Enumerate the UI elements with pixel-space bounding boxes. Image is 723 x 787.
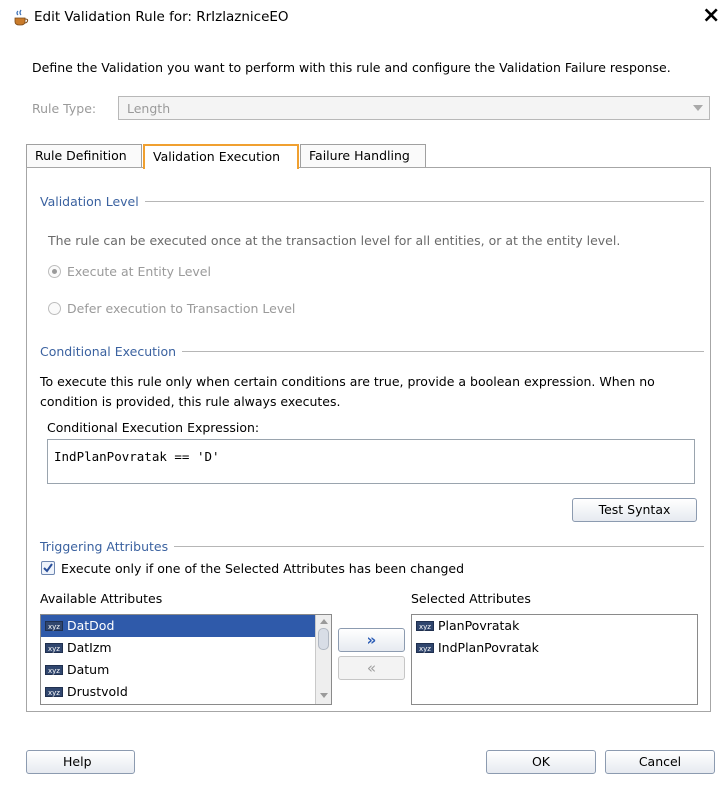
attribute-icon: xyz bbox=[416, 643, 434, 653]
expression-label: Conditional Execution Expression: bbox=[47, 420, 260, 435]
list-item[interactable]: xyz PlanPovratak bbox=[412, 615, 697, 637]
rule-type-label-text: Rule Type: bbox=[32, 101, 97, 116]
conditional-execution-title: Conditional Execution bbox=[40, 344, 183, 359]
tab-label: Rule Definition bbox=[35, 148, 127, 163]
attribute-name: PlanPovratak bbox=[438, 618, 520, 633]
validation-level-text: The rule can be executed once at the tra… bbox=[48, 233, 621, 248]
radio-selected-dot bbox=[52, 269, 57, 274]
defer-transaction-label: Defer execution to Transaction Level bbox=[67, 301, 296, 316]
available-attributes-list[interactable]: xyz DatDod xyz DatIzm xyz Datum xyz Drus… bbox=[40, 614, 332, 705]
chevron-left-icon: « bbox=[366, 659, 377, 677]
execute-changed-checkbox[interactable] bbox=[41, 561, 55, 575]
move-left-button[interactable]: « bbox=[338, 656, 405, 680]
window-title: Edit Validation Rule for: RrIzlazniceEO bbox=[34, 9, 289, 25]
defer-transaction-radio[interactable] bbox=[48, 302, 61, 315]
conditional-execution-text-1: To execute this rule only when certain c… bbox=[40, 374, 655, 389]
cancel-button[interactable]: Cancel bbox=[605, 750, 715, 774]
attribute-name: DatDod bbox=[67, 618, 115, 633]
scroll-up-icon[interactable] bbox=[320, 619, 328, 624]
chevron-down-icon bbox=[693, 105, 703, 111]
move-right-button[interactable]: » bbox=[338, 628, 405, 652]
list-item[interactable]: xyz IndPlanPovratak bbox=[412, 637, 697, 659]
scroll-down-icon[interactable] bbox=[320, 693, 328, 698]
attribute-icon: xyz bbox=[45, 665, 63, 675]
rule-type-value: Length bbox=[127, 101, 171, 116]
ok-label: OK bbox=[531, 754, 551, 769]
dialog-description: Define the Validation you want to perfor… bbox=[32, 60, 671, 75]
list-item[interactable]: xyz Datum bbox=[41, 659, 331, 681]
vertical-scrollbar[interactable] bbox=[315, 615, 331, 704]
attribute-name: DrustvoId bbox=[67, 684, 128, 699]
attribute-name: Datum bbox=[67, 662, 110, 677]
tab-label: Failure Handling bbox=[309, 148, 410, 163]
test-syntax-button[interactable]: Test Syntax bbox=[572, 498, 697, 522]
selected-attributes-label: Selected Attributes bbox=[411, 591, 531, 606]
expression-value: IndPlanPovratak == 'D' bbox=[54, 449, 220, 464]
validation-level-title: Validation Level bbox=[40, 194, 145, 209]
title-bar: Edit Validation Rule for: RrIzlazniceEO … bbox=[0, 0, 723, 36]
rule-type-select[interactable]: Length bbox=[118, 96, 710, 120]
execute-entity-radio[interactable] bbox=[48, 265, 61, 278]
attribute-name: IndPlanPovratak bbox=[438, 640, 539, 655]
attribute-icon: xyz bbox=[45, 687, 63, 697]
triggering-attributes-title: Triggering Attributes bbox=[40, 539, 175, 554]
attribute-icon: xyz bbox=[45, 643, 63, 653]
list-item[interactable]: xyz DrustvoId bbox=[41, 681, 331, 703]
help-label: Help bbox=[63, 754, 92, 769]
help-button[interactable]: Help bbox=[26, 750, 135, 774]
tab-validation-execution[interactable]: Validation Execution bbox=[143, 144, 299, 169]
tab-label: Validation Execution bbox=[153, 149, 281, 164]
selected-attributes-list[interactable]: xyz PlanPovratak xyz IndPlanPovratak bbox=[411, 614, 698, 705]
ok-button[interactable]: OK bbox=[486, 750, 596, 774]
execute-changed-label: Execute only if one of the Selected Attr… bbox=[61, 561, 465, 576]
tab-rule-definition[interactable]: Rule Definition bbox=[26, 144, 142, 168]
list-item[interactable]: xyz DatIzm bbox=[41, 637, 331, 659]
rule-type-label: Rule Type: bbox=[32, 101, 96, 116]
conditional-execution-text-2: condition is provided, this rule always … bbox=[40, 394, 341, 409]
java-cup-icon bbox=[14, 9, 29, 26]
tab-failure-handling[interactable]: Failure Handling bbox=[300, 144, 426, 168]
attribute-icon: xyz bbox=[416, 621, 434, 631]
list-item[interactable]: xyz DatDod bbox=[41, 615, 315, 637]
close-icon[interactable]: × bbox=[702, 5, 720, 27]
chevron-right-icon: » bbox=[366, 631, 377, 649]
checkmark-icon bbox=[43, 563, 53, 573]
test-syntax-label: Test Syntax bbox=[598, 502, 671, 517]
attribute-icon: xyz bbox=[45, 621, 63, 631]
scroll-thumb[interactable] bbox=[318, 628, 329, 650]
cancel-label: Cancel bbox=[638, 754, 682, 769]
conditional-expression-input[interactable]: IndPlanPovratak == 'D' bbox=[47, 439, 695, 484]
execute-entity-label: Execute at Entity Level bbox=[67, 264, 211, 279]
available-attributes-label: Available Attributes bbox=[40, 591, 163, 606]
attribute-name: DatIzm bbox=[67, 640, 112, 655]
